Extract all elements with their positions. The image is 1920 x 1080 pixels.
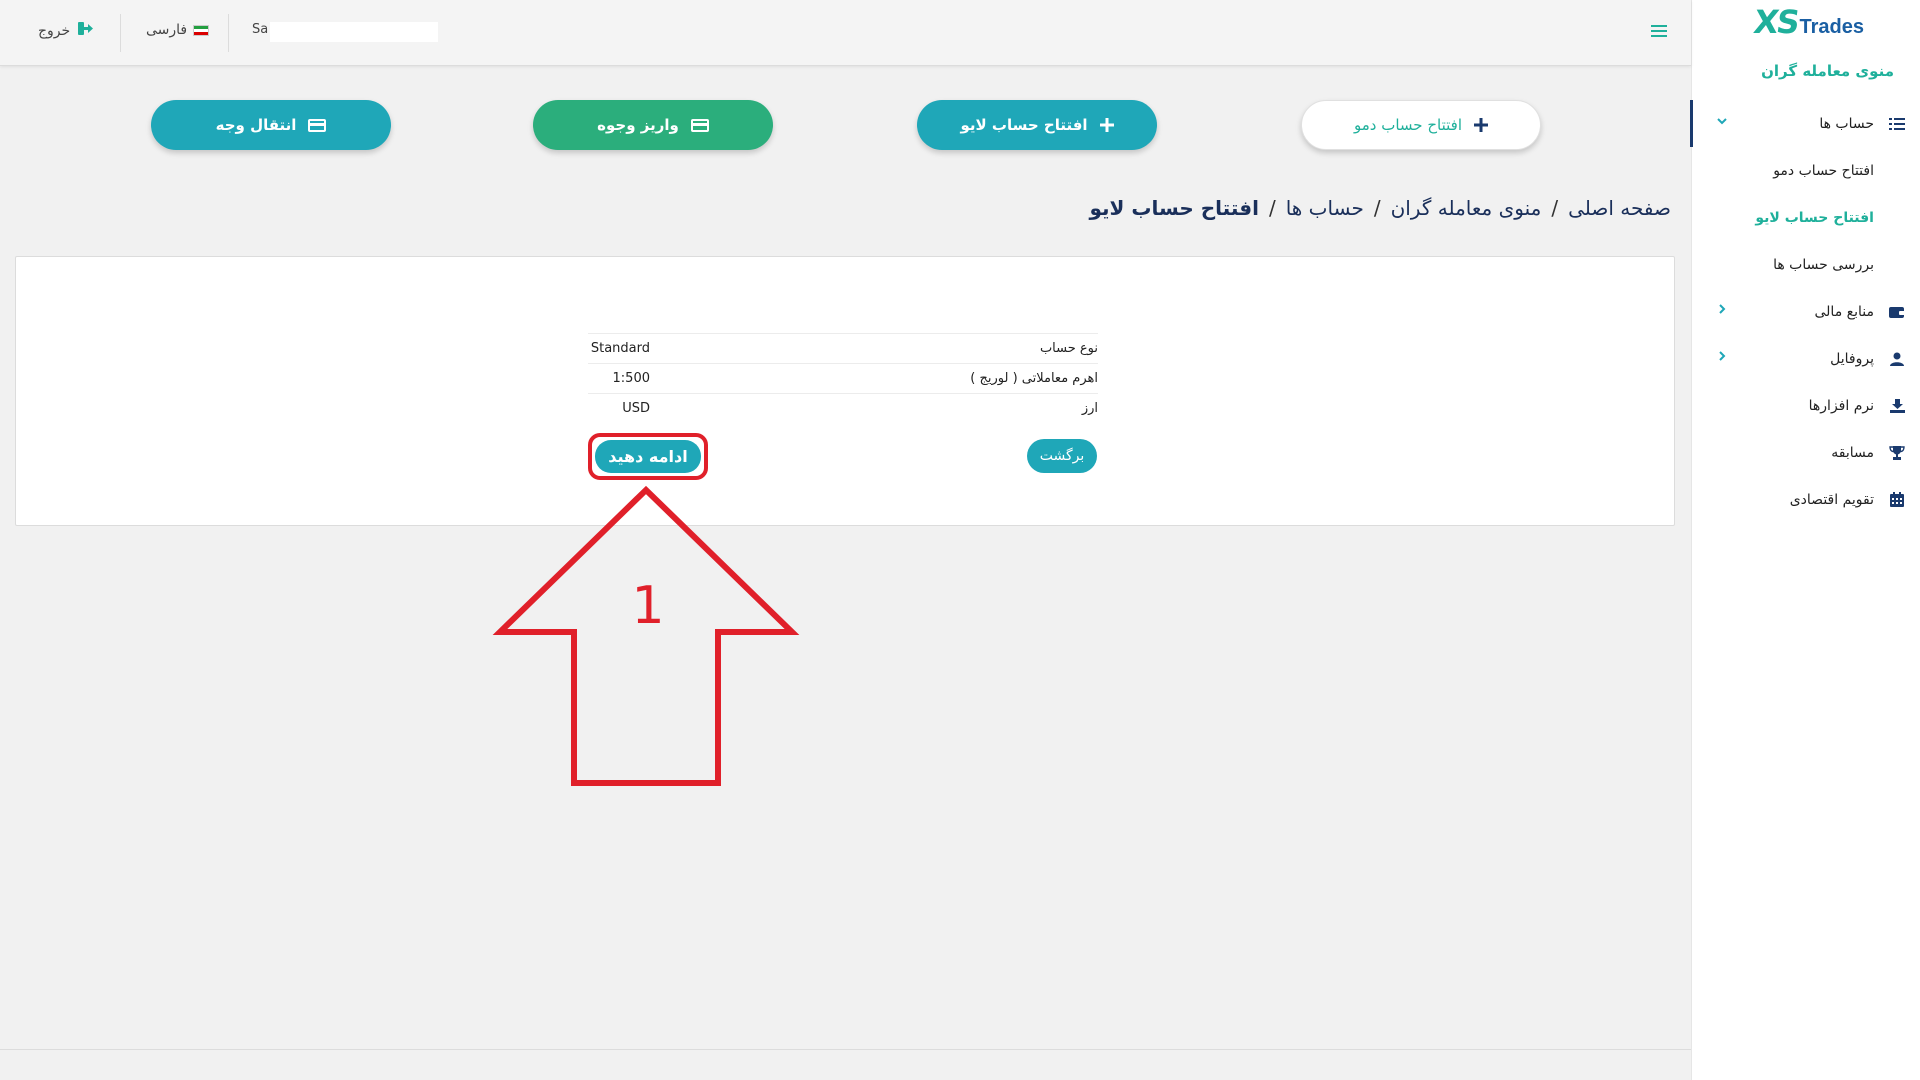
- sidebar-item-review-accounts[interactable]: بررسی حساب ها: [1691, 241, 1920, 288]
- sidebar-menu: حساب ها افتتاح حساب دمو افتتاح حساب لایو…: [1690, 100, 1920, 523]
- breadcrumb-separator: /: [1268, 196, 1276, 220]
- credit-card-icon: [308, 118, 327, 132]
- breadcrumb-separator: /: [1551, 196, 1559, 220]
- credit-card-icon: [690, 118, 709, 132]
- logout-icon: [78, 22, 94, 39]
- breadcrumb-traders-menu[interactable]: منوی معامله گران: [1391, 196, 1542, 220]
- download-icon: [1888, 397, 1906, 415]
- row-label: اهرم معاملاتی ( لوریج ): [970, 371, 1098, 386]
- sidebar-item-open-live[interactable]: افتتاح حساب لایو: [1691, 194, 1920, 241]
- chevron-left-icon: [1717, 350, 1727, 364]
- sidebar-title: منوی معامله گران: [1761, 62, 1894, 80]
- breadcrumb-home[interactable]: صفحه اصلی: [1568, 196, 1671, 220]
- logo-name: Trades: [1799, 15, 1864, 38]
- logout-button[interactable]: خروج: [38, 22, 94, 39]
- sidebar: XS Trades منوی معامله گران حساب ها افتتا…: [1690, 0, 1920, 1080]
- row-value: Standard: [590, 341, 650, 356]
- chevron-left-icon: [1717, 303, 1727, 317]
- button-label: انتقال وجه: [215, 116, 297, 134]
- button-label: افتتاح حساب دمو: [1354, 116, 1462, 134]
- table-row: نوع حساب Standard: [588, 333, 1098, 363]
- breadcrumb-separator: /: [1373, 196, 1381, 220]
- table-row: اهرم معاملاتی ( لوریج ) 1:500: [588, 363, 1098, 393]
- sidebar-item-open-demo[interactable]: افتتاح حساب دمو: [1691, 147, 1920, 194]
- arrow-outline: [492, 485, 800, 786]
- chevron-down-icon: [1717, 115, 1727, 129]
- table-row: ارز USD: [588, 393, 1098, 423]
- redacted-user-name: [270, 22, 438, 42]
- topbar: خروج فارسی Sa: [0, 0, 1691, 66]
- list-icon: [1888, 115, 1906, 133]
- sidebar-item-contest[interactable]: مسابقه: [1691, 429, 1920, 476]
- row-value: USD: [622, 401, 650, 416]
- continue-button[interactable]: ادامه دهید: [595, 440, 701, 473]
- sidebar-item-label: افتتاح حساب دمو: [1773, 162, 1874, 179]
- continue-button-highlight: ادامه دهید: [588, 433, 708, 480]
- row-value: 1:500: [612, 371, 650, 386]
- sidebar-item-label: حساب ها: [1819, 115, 1874, 132]
- sidebar-item-finance[interactable]: منابع مالی: [1691, 288, 1920, 335]
- sidebar-item-profile[interactable]: پروفایل: [1691, 335, 1920, 382]
- annotation-step-number: 1: [631, 576, 664, 636]
- sidebar-item-label: پروفایل: [1830, 350, 1874, 367]
- back-button[interactable]: برگشت: [1027, 439, 1097, 473]
- plus-icon: [1099, 118, 1114, 132]
- brand-logo[interactable]: XS Trades: [1751, 3, 1864, 41]
- sidebar-item-economic-calendar[interactable]: تقویم اقتصادی: [1691, 476, 1920, 523]
- breadcrumb: صفحه اصلی / منوی معامله گران / حساب ها /…: [1089, 196, 1671, 220]
- sidebar-item-label: افتتاح حساب لایو: [1755, 209, 1874, 226]
- sidebar-item-label: بررسی حساب ها: [1773, 256, 1874, 273]
- topbar-divider: [228, 14, 229, 52]
- logout-label: خروج: [38, 22, 71, 39]
- footer-divider: [0, 1049, 1691, 1050]
- calendar-icon: [1888, 491, 1906, 509]
- sidebar-item-label: منابع مالی: [1814, 303, 1875, 320]
- sidebar-item-label: نرم افزارها: [1808, 397, 1874, 414]
- annotation-up-arrow: 1: [492, 485, 800, 786]
- account-summary-table: نوع حساب Standard اهرم معاملاتی ( لوریج …: [588, 333, 1098, 423]
- open-live-account-button[interactable]: افتتاح حساب لایو: [917, 100, 1157, 150]
- sidebar-item-software[interactable]: نرم افزارها: [1691, 382, 1920, 429]
- transfer-funds-button[interactable]: انتقال وجه: [151, 100, 391, 150]
- hamburger-menu-icon[interactable]: [1651, 24, 1667, 42]
- row-label: ارز: [1081, 401, 1098, 416]
- wallet-icon: [1888, 303, 1906, 321]
- language-selector[interactable]: فارسی: [146, 22, 210, 38]
- sidebar-item-label: مسابقه: [1831, 444, 1874, 461]
- sidebar-item-label: تقویم اقتصادی: [1789, 491, 1874, 508]
- sidebar-item-accounts[interactable]: حساب ها: [1690, 100, 1920, 147]
- trophy-icon: [1888, 444, 1906, 462]
- plus-icon: [1474, 118, 1488, 132]
- user-name[interactable]: Sa: [252, 22, 268, 37]
- open-demo-account-button[interactable]: افتتاح حساب دمو: [1301, 100, 1541, 150]
- deposit-funds-button[interactable]: واریز وجوه: [533, 100, 773, 150]
- button-label: واریز وجوه: [597, 116, 679, 134]
- row-label: نوع حساب: [1039, 341, 1098, 356]
- breadcrumb-accounts[interactable]: حساب ها: [1286, 196, 1364, 220]
- logo-mark: XS: [1751, 3, 1801, 41]
- language-label: فارسی: [146, 22, 188, 38]
- button-label: افتتاح حساب لایو: [960, 116, 1088, 134]
- topbar-divider: [120, 14, 121, 52]
- user-icon: [1888, 350, 1906, 368]
- iran-flag-icon: [193, 24, 210, 36]
- breadcrumb-current-page: افتتاح حساب لایو: [1089, 196, 1259, 220]
